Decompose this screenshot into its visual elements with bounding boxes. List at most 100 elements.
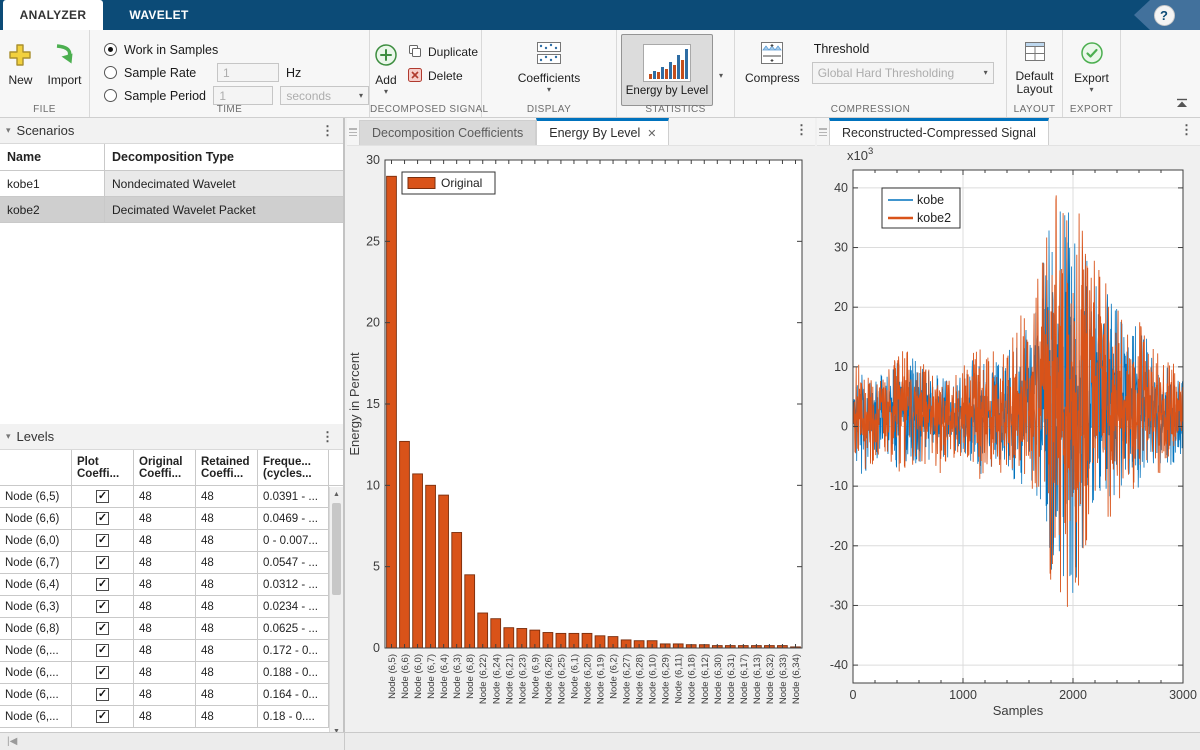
tab-decomposition-coefficients[interactable]: Decomposition Coefficients [359, 120, 536, 145]
levels-row[interactable]: Node (6,0)✓48480 - 0.007... [0, 530, 343, 552]
plot-cell[interactable]: ✓ [72, 640, 134, 661]
plot-cell[interactable]: ✓ [72, 574, 134, 595]
plot-cell[interactable]: ✓ [72, 684, 134, 705]
help-icon: ? [1154, 5, 1175, 26]
svg-text:Node (6,33): Node (6,33) [778, 654, 789, 704]
plot-checkbox[interactable]: ✓ [96, 622, 109, 635]
kebab-menu-icon[interactable]: ⋮ [318, 429, 337, 445]
svg-text:-30: -30 [830, 598, 848, 612]
scenario-type-cell: Nondecimated Wavelet [105, 171, 343, 196]
value-cell: 0.18 - 0.... [258, 706, 329, 727]
sample-period-input[interactable]: 1 [213, 86, 273, 105]
scroll-up-icon[interactable]: ▲ [330, 487, 343, 501]
sample-rate-input[interactable]: 1 [217, 63, 279, 82]
kebab-menu-icon[interactable]: ⋮ [318, 123, 337, 139]
levels-row[interactable]: Node (6,4)✓48480.0312 - ... [0, 574, 343, 596]
toolbar-section-compression: Compress Threshold Global Hard Threshold… [735, 30, 1007, 117]
scenario-name-cell[interactable]: kobe1 [0, 171, 105, 196]
value-cell: 48 [134, 618, 196, 639]
plot-checkbox[interactable]: ✓ [96, 710, 109, 723]
node-cell: Node (6,4) [0, 574, 72, 595]
plot-cell[interactable]: ✓ [72, 706, 134, 727]
plot-checkbox[interactable]: ✓ [96, 578, 109, 591]
plot-checkbox[interactable]: ✓ [96, 600, 109, 613]
levels-row[interactable]: Node (6,...✓48480.164 - 0... [0, 684, 343, 706]
collapse-panel-icon[interactable]: |◀ [7, 736, 17, 747]
svg-text:10: 10 [366, 478, 380, 492]
svg-text:30: 30 [366, 153, 380, 167]
value-cell: 0.0234 - ... [258, 596, 329, 617]
main-area: ▾ Scenarios ⋮ Name Decomposition Type ko… [0, 118, 1200, 732]
levels-row[interactable]: Node (6,6)✓48480.0469 - ... [0, 508, 343, 530]
plot-checkbox[interactable]: ✓ [96, 534, 109, 547]
value-cell: 48 [196, 574, 258, 595]
levels-table: PlotCoeffi...OriginalCoeffi...RetainedCo… [0, 450, 343, 738]
plot-checkbox[interactable]: ✓ [96, 666, 109, 679]
levels-row[interactable]: Node (6,7)✓48480.0547 - ... [0, 552, 343, 574]
levels-row[interactable]: Node (6,...✓48480.18 - 0.... [0, 706, 343, 728]
panel-grip-icon[interactable] [819, 128, 827, 136]
svg-text:15: 15 [366, 397, 380, 411]
levels-row[interactable]: Node (6,...✓48480.188 - 0... [0, 662, 343, 684]
svg-text:Node (6,5): Node (6,5) [387, 654, 398, 699]
radio-work-in-samples[interactable] [104, 43, 117, 56]
svg-text:Node (6,31): Node (6,31) [726, 654, 737, 704]
radio-sample-period[interactable] [104, 89, 117, 102]
energy-bar-chart[interactable]: 051015202530Node (6,5)Node (6,6)Node (6,… [347, 146, 815, 732]
kebab-menu-icon[interactable]: ⋮ [792, 122, 811, 138]
value-cell: 48 [134, 640, 196, 661]
default-layout-icon [1022, 40, 1048, 67]
toolstrip-tab-wavelet[interactable]: WAVELET [103, 0, 215, 30]
plot-checkbox[interactable]: ✓ [96, 688, 109, 701]
toolstrip-tab-analyzer[interactable]: ANALYZER [3, 0, 103, 30]
sample-period-unit-select[interactable]: seconds ▾ [280, 86, 369, 105]
toolbar: New Import FILE Work in Samples Sample R… [0, 30, 1200, 118]
tab-reconstructed-compressed-signal[interactable]: Reconstructed-Compressed Signal [829, 118, 1049, 145]
svg-text:Node (6,22): Node (6,22) [478, 654, 489, 704]
energy-by-level-button[interactable]: Energy by Level [621, 34, 713, 106]
scenario-row[interactable]: kobe1Nondecimated Wavelet [0, 171, 343, 197]
plot-cell[interactable]: ✓ [72, 596, 134, 617]
plot-cell[interactable]: ✓ [72, 552, 134, 573]
panel-grip-icon[interactable] [349, 128, 357, 136]
collapse-triangle-icon[interactable]: ▾ [6, 125, 11, 136]
collapse-triangle-icon[interactable]: ▾ [6, 431, 11, 442]
plot-cell[interactable]: ✓ [72, 486, 134, 507]
value-cell: 48 [196, 552, 258, 573]
plot-cell[interactable]: ✓ [72, 530, 134, 551]
svg-text:Energy in Percent: Energy in Percent [347, 352, 362, 456]
plot-cell[interactable]: ✓ [72, 618, 134, 639]
scrollbar-thumb[interactable] [332, 503, 341, 595]
scenarios-table: Name Decomposition Type kobe1Nondecimate… [0, 144, 343, 424]
close-icon[interactable]: ✕ [647, 127, 656, 140]
svg-text:Node (6,25): Node (6,25) [556, 654, 567, 704]
svg-text:Node (6,28): Node (6,28) [635, 654, 646, 704]
scenario-row[interactable]: kobe2Decimated Wavelet Packet [0, 197, 343, 223]
radio-sample-rate[interactable] [104, 66, 117, 79]
node-cell: Node (6,0) [0, 530, 72, 551]
value-cell: 0 - 0.007... [258, 530, 329, 551]
delete-button[interactable]: Delete [407, 64, 478, 88]
levels-row[interactable]: Node (6,5)✓48480.0391 - ... [0, 486, 343, 508]
duplicate-button[interactable]: Duplicate [407, 40, 478, 64]
help-button[interactable]: ? [1128, 0, 1200, 30]
tab-energy-by-level[interactable]: Energy By Level ✕ [536, 118, 669, 145]
levels-panel-header[interactable]: ▾ Levels ⋮ [0, 424, 343, 450]
plot-checkbox[interactable]: ✓ [96, 512, 109, 525]
plot-checkbox[interactable]: ✓ [96, 556, 109, 569]
kebab-menu-icon[interactable]: ⋮ [1177, 122, 1196, 138]
scenario-name-cell[interactable]: kobe2 [0, 197, 105, 222]
svg-text:0: 0 [850, 688, 857, 702]
levels-row[interactable]: Node (6,3)✓48480.0234 - ... [0, 596, 343, 618]
plot-cell[interactable]: ✓ [72, 662, 134, 683]
plot-checkbox[interactable]: ✓ [96, 644, 109, 657]
collapse-toolstrip-button[interactable] [1176, 97, 1188, 111]
levels-row[interactable]: Node (6,...✓48480.172 - 0... [0, 640, 343, 662]
levels-row[interactable]: Node (6,8)✓48480.0625 - ... [0, 618, 343, 640]
plot-checkbox[interactable]: ✓ [96, 490, 109, 503]
signal-line-plot[interactable]: -40-30-20-100102030400100020003000Sample… [817, 146, 1200, 732]
plot-cell[interactable]: ✓ [72, 508, 134, 529]
threshold-method-select[interactable]: Global Hard Thresholding ▾ [812, 62, 994, 84]
scenarios-panel-header[interactable]: ▾ Scenarios ⋮ [0, 118, 343, 144]
levels-scrollbar[interactable]: ▲ ▼ [329, 487, 343, 738]
